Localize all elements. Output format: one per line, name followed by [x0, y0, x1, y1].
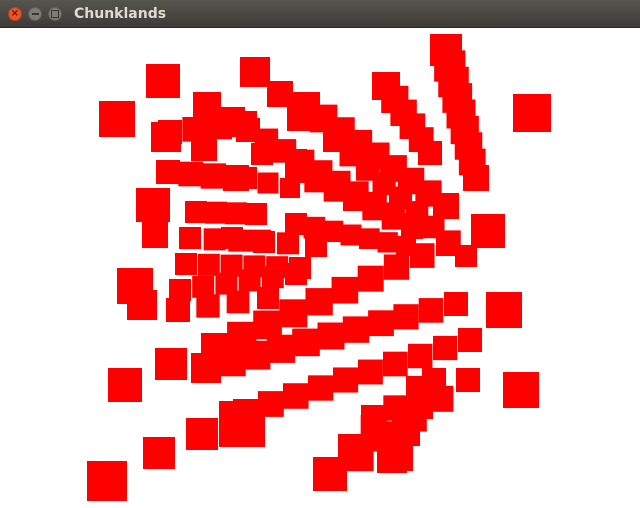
chunk-block: [359, 228, 380, 249]
chunk-block: [191, 135, 217, 161]
chunk-block: [251, 143, 273, 165]
chunk-block: [277, 232, 299, 255]
chunk-scene: [87, 34, 551, 501]
chunk-block: [408, 343, 433, 369]
chunk-block: [381, 207, 405, 230]
chunk-block: [179, 227, 201, 249]
chunk-block: [156, 160, 180, 184]
chunk-block: [368, 310, 394, 337]
maximize-icon[interactable]: [48, 7, 62, 21]
chunk-block: [361, 405, 387, 431]
chunk-block: [305, 235, 327, 257]
chunk-block: [513, 94, 551, 132]
chunk-block: [223, 165, 249, 191]
chunk-block: [219, 107, 245, 133]
chunk-block: [178, 161, 203, 187]
chunk-block: [142, 222, 168, 248]
chunk-block: [292, 328, 320, 357]
chunk-block: [340, 224, 362, 246]
chunk-block: [185, 201, 207, 223]
chunk-block: [175, 253, 197, 275]
chunk-block: [87, 461, 127, 501]
chunk-block: [463, 165, 489, 191]
chunk-block: [127, 290, 157, 320]
chunk-block: [418, 298, 444, 323]
chunk-block: [197, 253, 220, 276]
chunk-block: [261, 266, 284, 289]
chunk-block: [280, 178, 300, 198]
chunk-block: [196, 294, 220, 318]
chunk-block: [241, 340, 271, 370]
chunk-block: [444, 292, 468, 316]
chunk-block: [458, 328, 482, 352]
chunk-block: [205, 201, 227, 224]
window-titlebar: × Chunklands: [0, 0, 640, 28]
chunk-block: [471, 214, 505, 248]
chunk-block: [377, 232, 398, 253]
chunk-block: [331, 276, 359, 304]
chunk-block: [401, 217, 423, 239]
chunk-block: [392, 418, 420, 446]
chunk-block: [249, 229, 271, 252]
chunk-block: [191, 353, 221, 383]
chunk-block: [108, 368, 142, 402]
chunk-block: [313, 457, 347, 491]
chunk-block: [226, 290, 250, 314]
chunk-block: [221, 227, 243, 249]
chunk-block: [99, 101, 135, 137]
chunk-block: [240, 57, 270, 87]
chunk-block: [409, 243, 435, 268]
chunk-block: [186, 418, 218, 450]
chunk-block: [166, 298, 190, 322]
chunk-block: [387, 445, 413, 471]
chunk-block: [233, 399, 259, 425]
chunk-block: [155, 348, 187, 380]
chunk-block: [393, 304, 419, 330]
window-title: Chunklands: [74, 6, 167, 22]
minimize-icon[interactable]: [28, 7, 42, 21]
chunk-block: [287, 105, 313, 131]
chunk-block: [285, 263, 307, 285]
chunk-block: [279, 299, 308, 328]
chunk-block: [146, 64, 180, 98]
chunk-block: [456, 368, 480, 392]
chunk-block: [418, 141, 442, 165]
chunk-block: [285, 149, 307, 171]
chunk-block: [257, 172, 279, 194]
chunk-block: [358, 359, 383, 385]
chunk-block: [383, 254, 410, 280]
chunk-block: [158, 120, 182, 144]
chunk-block: [317, 322, 345, 350]
chunk-block: [283, 383, 309, 409]
chunk-block: [245, 203, 267, 225]
chunk-block: [338, 434, 366, 462]
chunk-block: [433, 335, 458, 361]
chunk-block: [486, 292, 522, 328]
chunk-block: [266, 334, 296, 363]
chunk-block: [258, 391, 284, 417]
chunk-block: [503, 372, 539, 408]
chunk-block: [136, 188, 170, 222]
chunk-block: [357, 265, 384, 292]
chunk-block: [267, 81, 293, 107]
chunk-block: [383, 351, 408, 377]
chunk-block: [333, 367, 359, 393]
chunk-block: [308, 375, 334, 401]
close-icon[interactable]: ×: [8, 7, 22, 21]
game-viewport[interactable]: [0, 28, 640, 508]
chunk-block: [406, 376, 430, 400]
chunk-block: [169, 279, 191, 301]
chunk-block: [342, 316, 370, 343]
chunk-block: [436, 232, 460, 256]
chunk-block: [225, 202, 247, 225]
chunk-block: [305, 288, 333, 316]
chunk-block: [200, 163, 226, 189]
chunk-block: [143, 437, 175, 469]
chunk-block: [257, 287, 279, 309]
chunk-block: [433, 193, 459, 219]
